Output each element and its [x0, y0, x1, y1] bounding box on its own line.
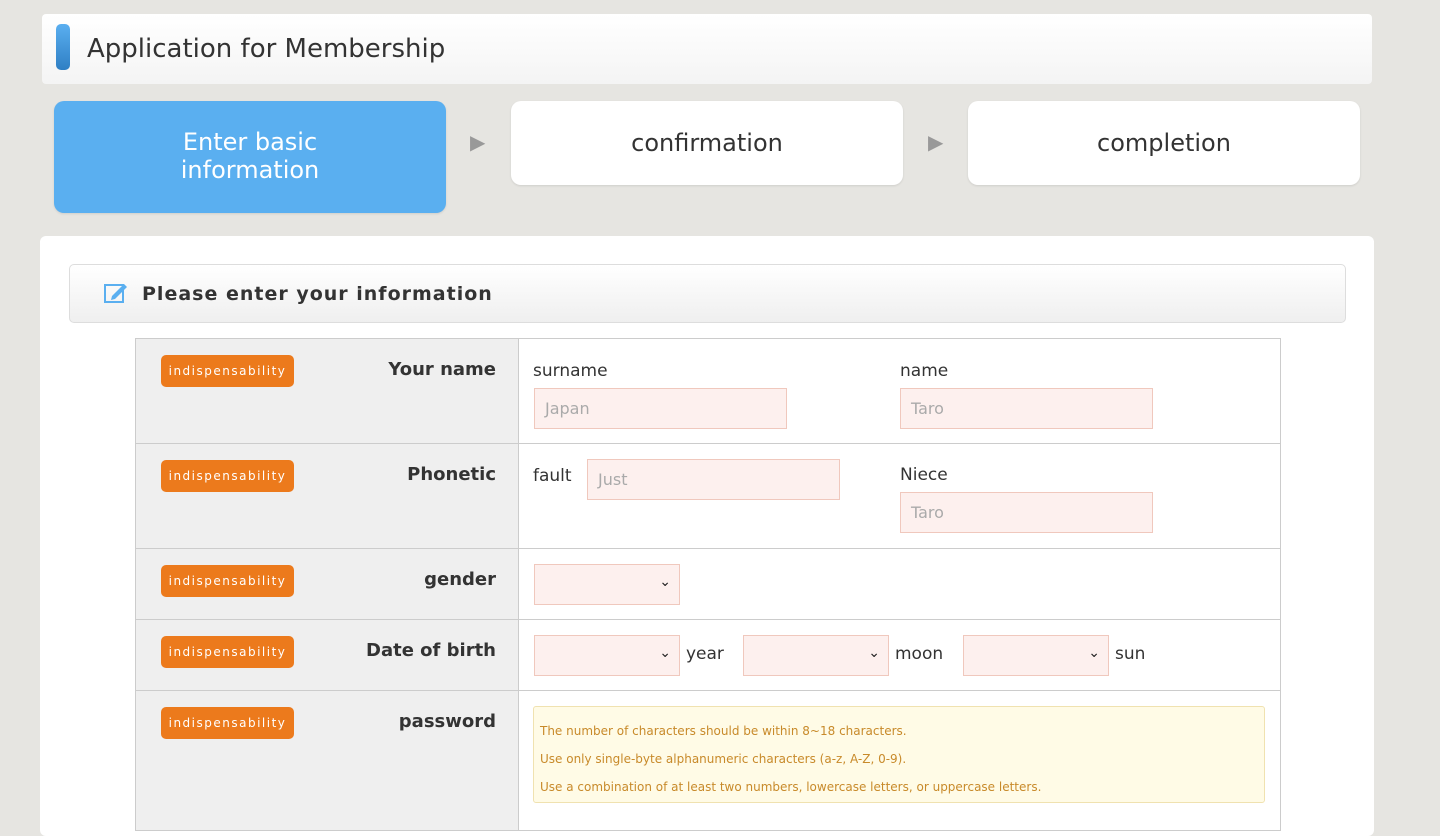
fault-input[interactable]: Just	[587, 459, 840, 500]
header-accent-bar	[56, 24, 70, 70]
page-header: Application for Membership	[42, 14, 1372, 84]
step-label: Enter basic information	[180, 128, 320, 184]
step-arrow-icon: ▶	[928, 130, 944, 154]
chevron-down-icon: ⌄	[659, 574, 671, 590]
year-label: year	[686, 644, 724, 664]
step-label: completion	[1097, 129, 1231, 157]
required-badge: indispensability	[161, 636, 294, 668]
step-arrow-icon: ▶	[470, 130, 486, 154]
form-panel: Please enter your information indispensa…	[40, 236, 1374, 836]
field-label: Date of birth	[366, 640, 496, 661]
year-select[interactable]: ⌄	[534, 635, 680, 676]
section-header: Please enter your information	[69, 264, 1346, 323]
field-label: password	[398, 711, 496, 732]
field-label: Your name	[388, 359, 496, 380]
fault-label: fault	[533, 466, 572, 486]
step-enter-basic-information: Enter basic information	[54, 101, 446, 213]
field-label: gender	[424, 569, 496, 590]
gender-select[interactable]: ⌄	[534, 564, 680, 605]
niece-input[interactable]: Taro	[900, 492, 1153, 533]
chevron-down-icon: ⌄	[868, 645, 880, 661]
step-confirmation: confirmation	[511, 101, 903, 185]
chevron-down-icon: ⌄	[1088, 645, 1100, 661]
step-label: confirmation	[631, 129, 783, 157]
row-gender: indispensability gender ⌄	[135, 548, 1281, 620]
day-select[interactable]: ⌄	[963, 635, 1109, 676]
row-phonetic: indispensability Phonetic fault Just Niec…	[135, 443, 1281, 549]
required-badge: indispensability	[161, 460, 294, 492]
section-title: Please enter your information	[142, 283, 493, 305]
note-line: Use a combination of at least two number…	[540, 780, 1042, 794]
note-line: Use only single-byte alphanumeric charac…	[540, 752, 907, 766]
month-label: moon	[895, 644, 944, 664]
required-badge: indispensability	[161, 355, 294, 387]
day-label: sun	[1115, 644, 1146, 664]
name-label: name	[900, 361, 949, 381]
page-title: Application for Membership	[87, 34, 446, 64]
required-badge: indispensability	[161, 565, 294, 597]
form-table: indispensability Your name surname Japan …	[135, 338, 1281, 831]
surname-label: surname	[533, 361, 608, 381]
required-badge: indispensability	[161, 707, 294, 739]
note-line: The number of characters should be withi…	[540, 724, 907, 738]
password-requirements-note: The number of characters should be withi…	[533, 706, 1265, 803]
edit-icon	[104, 284, 127, 303]
name-input[interactable]: Taro	[900, 388, 1153, 429]
month-select[interactable]: ⌄	[743, 635, 889, 676]
step-completion: completion	[968, 101, 1360, 185]
row-date-of-birth: indispensability Date of birth ⌄ year ⌄ m…	[135, 619, 1281, 691]
row-your-name: indispensability Your name surname Japan …	[135, 338, 1281, 444]
surname-input[interactable]: Japan	[534, 388, 787, 429]
field-label: Phonetic	[407, 464, 496, 485]
chevron-down-icon: ⌄	[659, 645, 671, 661]
niece-label: Niece	[900, 465, 948, 485]
